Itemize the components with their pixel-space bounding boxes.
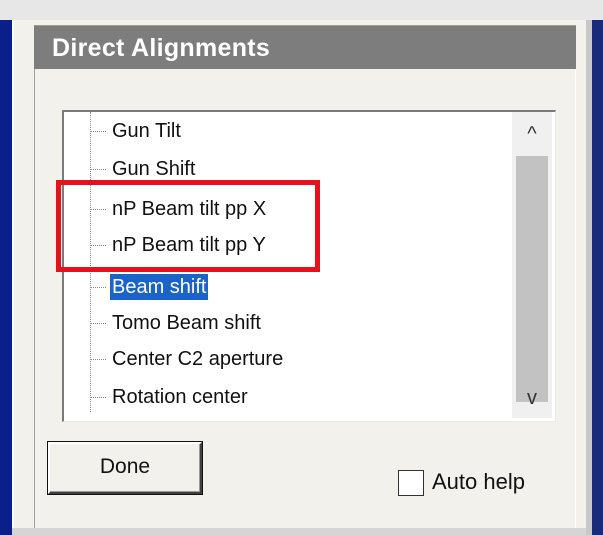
bottom-edge <box>12 528 586 535</box>
chevron-down-icon[interactable]: v <box>512 378 552 418</box>
tree-item-rotation-center[interactable]: Rotation center <box>90 382 490 412</box>
desktop-left-strip <box>0 20 12 535</box>
tree-branch <box>90 397 106 398</box>
tree-item-center-c2-aperture[interactable]: Center C2 aperture <box>90 344 490 374</box>
tree-branch <box>90 287 106 288</box>
desktop-top-strip <box>0 0 603 20</box>
tree-item-label: Gun Tilt <box>112 120 181 142</box>
scrollbar-thumb[interactable] <box>516 156 548 402</box>
done-button[interactable]: Done <box>48 442 202 494</box>
window-right-edge <box>586 20 592 535</box>
tree-branch <box>90 131 106 132</box>
tree-branch <box>90 359 106 360</box>
annotation-highlight-box <box>56 180 320 272</box>
tree-branch <box>90 323 106 324</box>
list-scrollbar[interactable]: ^ v <box>512 112 552 418</box>
tree-item-gun-tilt[interactable]: Gun Tilt <box>90 116 490 146</box>
tree-item-label: Center C2 aperture <box>112 348 284 370</box>
tree-item-label: Beam shift <box>110 274 209 300</box>
tree-item-beam-shift[interactable]: Beam shift <box>90 272 490 302</box>
panel-title: Direct Alignments <box>52 34 271 62</box>
tree-item-tomo-beam-shift[interactable]: Tomo Beam shift <box>90 308 490 338</box>
auto-help-checkbox[interactable] <box>398 470 424 496</box>
panel-title-bar: Direct Alignments <box>34 25 576 69</box>
tree-item-label: Rotation center <box>112 386 248 408</box>
auto-help-label[interactable]: Auto help <box>432 469 525 495</box>
tree-branch <box>90 169 106 170</box>
chevron-up-icon[interactable]: ^ <box>512 114 552 154</box>
tree-item-label: Tomo Beam shift <box>112 312 261 334</box>
tree-item-label: Gun Shift <box>112 158 196 180</box>
